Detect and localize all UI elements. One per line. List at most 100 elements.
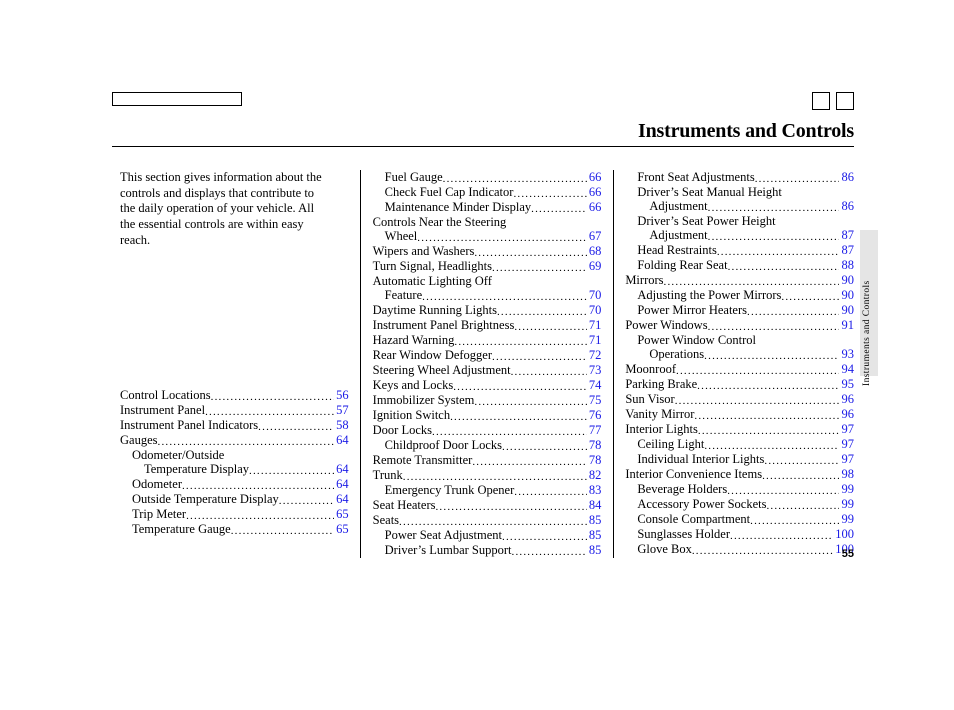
toc-entry[interactable]: Ignition Switch76 bbox=[373, 408, 602, 423]
toc-entry[interactable]: Instrument Panel Indicators58 bbox=[120, 418, 349, 433]
toc-page-link[interactable]: 73 bbox=[589, 363, 602, 377]
toc-page-link[interactable]: 84 bbox=[589, 498, 602, 512]
toc-entry[interactable]: Automatic Lighting OffFeature70 bbox=[373, 274, 602, 303]
toc-entry[interactable]: Instrument Panel57 bbox=[120, 403, 349, 418]
toc-entry[interactable]: Mirrors90 bbox=[625, 273, 854, 288]
toc-entry[interactable]: Vanity Mirror96 bbox=[625, 407, 854, 422]
toc-entry[interactable]: Trip Meter65 bbox=[120, 507, 349, 522]
toc-page-link[interactable]: 90 bbox=[841, 303, 854, 317]
toc-entry[interactable]: Individual Interior Lights97 bbox=[625, 452, 854, 467]
toc-page-link[interactable]: 100 bbox=[835, 527, 854, 541]
toc-entry[interactable]: Ceiling Light97 bbox=[625, 437, 854, 452]
toc-page-link[interactable]: 86 bbox=[841, 170, 854, 184]
toc-entry[interactable]: Controls Near the SteeringWheel67 bbox=[373, 215, 602, 244]
toc-page-link[interactable]: 90 bbox=[841, 273, 854, 287]
toc-entry[interactable]: Sunglasses Holder100 bbox=[625, 527, 854, 542]
toc-entry[interactable]: Driver’s Seat Power HeightAdjustment87 bbox=[625, 214, 854, 243]
toc-entry[interactable]: Seat Heaters84 bbox=[373, 498, 602, 513]
toc-page-link[interactable]: 69 bbox=[589, 259, 602, 273]
toc-page-link[interactable]: 97 bbox=[841, 437, 854, 451]
toc-entry[interactable]: Adjusting the Power Mirrors90 bbox=[625, 288, 854, 303]
toc-page-link[interactable]: 93 bbox=[841, 347, 854, 361]
toc-page-link[interactable]: 83 bbox=[589, 483, 602, 497]
toc-page-link[interactable]: 85 bbox=[589, 513, 602, 527]
toc-entry[interactable]: Steering Wheel Adjustment73 bbox=[373, 363, 602, 378]
toc-entry[interactable]: Daytime Running Lights70 bbox=[373, 303, 602, 318]
toc-page-link[interactable]: 87 bbox=[841, 243, 854, 257]
toc-entry[interactable]: Glove Box100 bbox=[625, 542, 854, 557]
toc-page-link[interactable]: 66 bbox=[589, 170, 602, 184]
toc-entry[interactable]: Fuel Gauge66 bbox=[373, 170, 602, 185]
toc-page-link[interactable]: 64 bbox=[336, 492, 349, 506]
toc-entry[interactable]: Door Locks77 bbox=[373, 423, 602, 438]
toc-page-link[interactable]: 57 bbox=[336, 403, 349, 417]
toc-entry[interactable]: Power Window ControlOperations93 bbox=[625, 333, 854, 362]
toc-entry[interactable]: Emergency Trunk Opener83 bbox=[373, 483, 602, 498]
toc-page-link[interactable]: 94 bbox=[841, 362, 854, 376]
toc-page-link[interactable]: 95 bbox=[841, 377, 854, 391]
toc-page-link[interactable]: 65 bbox=[336, 507, 349, 521]
toc-page-link[interactable]: 70 bbox=[589, 303, 602, 317]
toc-entry[interactable]: Moonroof94 bbox=[625, 362, 854, 377]
toc-entry[interactable]: Interior Convenience Items98 bbox=[625, 467, 854, 482]
toc-page-link[interactable]: 64 bbox=[336, 433, 349, 447]
toc-page-link[interactable]: 75 bbox=[589, 393, 602, 407]
toc-page-link[interactable]: 71 bbox=[589, 318, 602, 332]
toc-entry[interactable]: Immobilizer System75 bbox=[373, 393, 602, 408]
toc-page-link[interactable]: 97 bbox=[841, 452, 854, 466]
toc-entry[interactable]: Seats85 bbox=[373, 513, 602, 528]
toc-page-link[interactable]: 99 bbox=[841, 497, 854, 511]
toc-page-link[interactable]: 66 bbox=[589, 200, 602, 214]
toc-page-link[interactable]: 88 bbox=[841, 258, 854, 272]
toc-entry[interactable]: Gauges64 bbox=[120, 433, 349, 448]
toc-page-link[interactable]: 64 bbox=[336, 477, 349, 491]
toc-page-link[interactable]: 99 bbox=[841, 482, 854, 496]
toc-page-link[interactable]: 66 bbox=[589, 185, 602, 199]
toc-page-link[interactable]: 68 bbox=[589, 244, 602, 258]
toc-entry[interactable]: Power Mirror Heaters90 bbox=[625, 303, 854, 318]
toc-entry[interactable]: Parking Brake95 bbox=[625, 377, 854, 392]
toc-entry[interactable]: Beverage Holders99 bbox=[625, 482, 854, 497]
toc-page-link[interactable]: 74 bbox=[589, 378, 602, 392]
toc-entry[interactable]: Keys and Locks74 bbox=[373, 378, 602, 393]
toc-page-link[interactable]: 91 bbox=[841, 318, 854, 332]
toc-entry[interactable]: Odometer/OutsideTemperature Display64 bbox=[120, 448, 349, 477]
toc-page-link[interactable]: 82 bbox=[589, 468, 602, 482]
toc-entry[interactable]: Childproof Door Locks78 bbox=[373, 438, 602, 453]
toc-entry[interactable]: Accessory Power Sockets99 bbox=[625, 497, 854, 512]
toc-entry[interactable]: Instrument Panel Brightness71 bbox=[373, 318, 602, 333]
toc-page-link[interactable]: 71 bbox=[589, 333, 602, 347]
toc-page-link[interactable]: 72 bbox=[589, 348, 602, 362]
toc-page-link[interactable]: 98 bbox=[841, 467, 854, 481]
toc-entry[interactable]: Check Fuel Cap Indicator66 bbox=[373, 185, 602, 200]
toc-page-link[interactable]: 78 bbox=[589, 438, 602, 452]
toc-entry[interactable]: Trunk82 bbox=[373, 468, 602, 483]
toc-entry[interactable]: Control Locations56 bbox=[120, 388, 349, 403]
toc-page-link[interactable]: 78 bbox=[589, 453, 602, 467]
toc-entry[interactable]: Temperature Gauge65 bbox=[120, 522, 349, 537]
toc-page-link[interactable]: 65 bbox=[336, 522, 349, 536]
toc-entry[interactable]: Head Restraints87 bbox=[625, 243, 854, 258]
toc-entry[interactable]: Power Seat Adjustment85 bbox=[373, 528, 602, 543]
toc-page-link[interactable]: 76 bbox=[589, 408, 602, 422]
toc-entry[interactable]: Driver’s Seat Manual HeightAdjustment86 bbox=[625, 185, 854, 214]
toc-entry[interactable]: Remote Transmitter78 bbox=[373, 453, 602, 468]
toc-entry[interactable]: Sun Visor96 bbox=[625, 392, 854, 407]
toc-page-link[interactable]: 64 bbox=[336, 462, 349, 476]
toc-page-link[interactable]: 70 bbox=[589, 288, 602, 302]
toc-entry[interactable]: Interior Lights97 bbox=[625, 422, 854, 437]
toc-page-link[interactable]: 87 bbox=[841, 228, 854, 242]
toc-entry[interactable]: Wipers and Washers68 bbox=[373, 244, 602, 259]
toc-page-link[interactable]: 56 bbox=[336, 388, 349, 402]
toc-entry[interactable]: Rear Window Defogger72 bbox=[373, 348, 602, 363]
toc-page-link[interactable]: 96 bbox=[841, 407, 854, 421]
toc-entry[interactable]: Outside Temperature Display64 bbox=[120, 492, 349, 507]
toc-page-link[interactable]: 67 bbox=[589, 229, 602, 243]
toc-page-link[interactable]: 85 bbox=[589, 543, 602, 557]
toc-page-link[interactable]: 77 bbox=[589, 423, 602, 437]
toc-entry[interactable]: Hazard Warning71 bbox=[373, 333, 602, 348]
toc-entry[interactable]: Turn Signal, Headlights69 bbox=[373, 259, 602, 274]
toc-entry[interactable]: Power Windows91 bbox=[625, 318, 854, 333]
toc-entry[interactable]: Folding Rear Seat88 bbox=[625, 258, 854, 273]
toc-entry[interactable]: Odometer64 bbox=[120, 477, 349, 492]
